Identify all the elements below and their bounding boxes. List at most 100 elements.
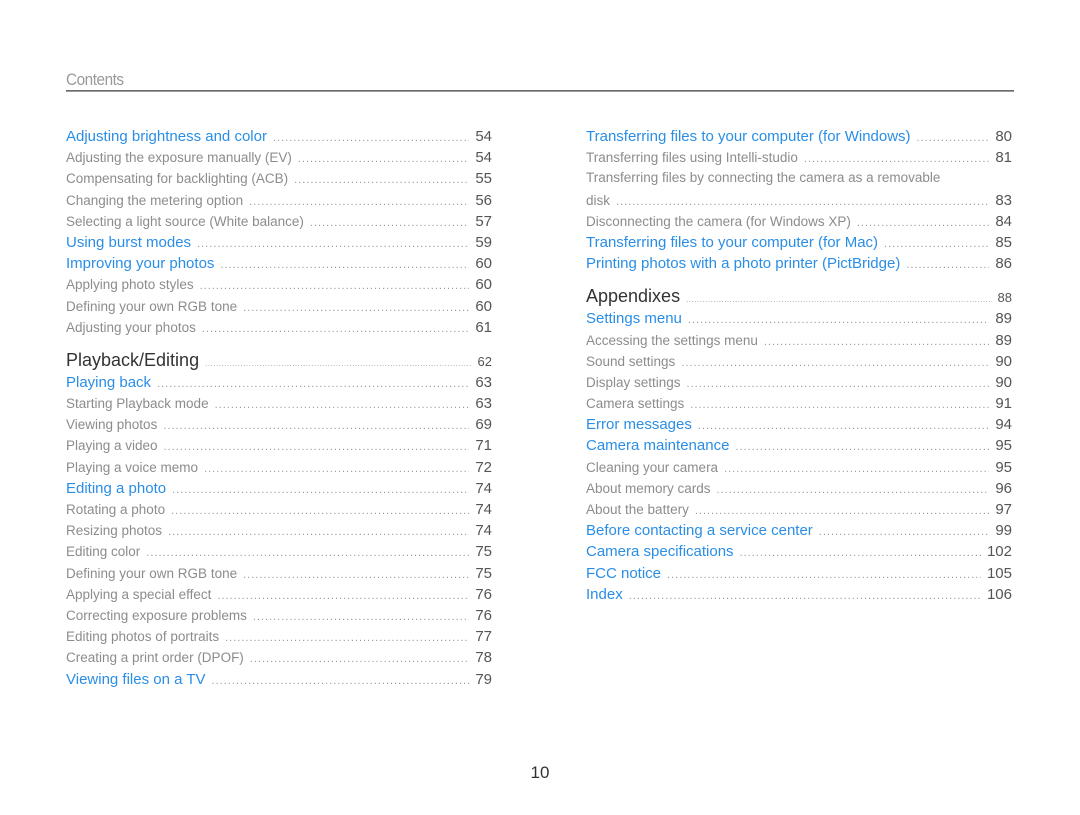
toc-entry-label[interactable]: Selecting a light source (White balance): [66, 214, 310, 229]
toc-page-number[interactable]: 85: [989, 234, 1012, 251]
toc-chapter-link[interactable]: Camera maintenance 95: [586, 437, 1012, 458]
toc-chapter-link[interactable]: Printing photos with a photo printer (Pi…: [586, 255, 1012, 276]
toc-entry-label[interactable]: Creating a print order (DPOF): [66, 650, 250, 665]
toc-page-number[interactable]: 74: [469, 480, 492, 497]
toc-sub-entry[interactable]: Viewing photos 69: [66, 416, 492, 437]
toc-entry-label[interactable]: Printing photos with a photo printer (Pi…: [586, 255, 906, 272]
toc-entry-label[interactable]: Playing back: [66, 374, 157, 391]
toc-page-number[interactable]: 90: [989, 374, 1012, 391]
toc-sub-entry[interactable]: Accessing the settings menu 89: [586, 332, 1012, 353]
toc-page-number[interactable]: 75: [469, 565, 492, 582]
toc-page-number[interactable]: 54: [469, 149, 492, 166]
toc-page-number[interactable]: 60: [469, 276, 492, 293]
toc-page-number[interactable]: 83: [989, 192, 1012, 209]
toc-sub-entry-continued[interactable]: disk 83: [586, 192, 1012, 213]
toc-page-number[interactable]: 56: [469, 192, 492, 209]
toc-page-number[interactable]: 99: [989, 522, 1012, 539]
toc-sub-entry[interactable]: Defining your own RGB tone 60: [66, 298, 492, 319]
toc-sub-entry[interactable]: Playing a voice memo 72: [66, 459, 492, 480]
toc-entry-label[interactable]: Rotating a photo: [66, 502, 171, 517]
toc-page-number[interactable]: 60: [469, 255, 492, 272]
toc-sub-entry[interactable]: Cleaning your camera 95: [586, 459, 1012, 480]
toc-entry-label[interactable]: Display settings: [586, 375, 687, 390]
toc-page-number[interactable]: 84: [989, 213, 1012, 230]
toc-page-number[interactable]: 88: [992, 290, 1012, 305]
toc-entry-label[interactable]: Applying photo styles: [66, 277, 200, 292]
toc-sub-entry[interactable]: Starting Playback mode 63: [66, 395, 492, 416]
toc-entry-label[interactable]: Transferring files to your computer (for…: [586, 234, 884, 251]
toc-page-number[interactable]: 55: [469, 170, 492, 187]
toc-page-number[interactable]: 96: [989, 480, 1012, 497]
toc-chapter-link[interactable]: Editing a photo 74: [66, 480, 492, 501]
toc-entry-label[interactable]: Improving your photos: [66, 255, 220, 272]
toc-section-heading[interactable]: Playback/Editing 62: [66, 350, 492, 374]
toc-entry-label[interactable]: About the battery: [586, 502, 695, 517]
toc-page-number[interactable]: 75: [469, 543, 492, 560]
toc-entry-label[interactable]: Sound settings: [586, 354, 681, 369]
toc-entry-label[interactable]: Appendixes: [586, 286, 686, 307]
toc-page-number[interactable]: 95: [989, 459, 1012, 476]
toc-entry-label[interactable]: Camera maintenance: [586, 437, 735, 454]
toc-page-number[interactable]: 63: [469, 374, 492, 391]
toc-entry-label[interactable]: Adjusting brightness and color: [66, 128, 273, 145]
toc-chapter-link[interactable]: Viewing files on a TV 79: [66, 671, 492, 692]
toc-entry-label[interactable]: Adjusting your photos: [66, 320, 202, 335]
toc-entry-label[interactable]: Before contacting a service center: [586, 522, 819, 539]
toc-entry-label[interactable]: Transferring files to your computer (for…: [586, 128, 917, 145]
toc-section-heading[interactable]: Appendixes 88: [586, 286, 1012, 310]
toc-sub-entry[interactable]: Creating a print order (DPOF) 78: [66, 649, 492, 670]
toc-sub-entry[interactable]: Selecting a light source (White balance)…: [66, 213, 492, 234]
toc-entry-label[interactable]: Viewing photos: [66, 417, 163, 432]
toc-sub-entry[interactable]: Editing color 75: [66, 543, 492, 564]
toc-page-number[interactable]: 94: [989, 416, 1012, 433]
toc-entry-label[interactable]: Defining your own RGB tone: [66, 566, 243, 581]
toc-sub-entry[interactable]: Disconnecting the camera (for Windows XP…: [586, 213, 1012, 234]
toc-sub-entry[interactable]: Transferring files using Intelli-studio 8…: [586, 149, 1012, 170]
toc-page-number[interactable]: 74: [469, 501, 492, 518]
toc-page-number[interactable]: 72: [469, 459, 492, 476]
toc-sub-entry[interactable]: Applying photo styles 60: [66, 276, 492, 297]
toc-entry-label[interactable]: Editing color: [66, 544, 146, 559]
toc-page-number[interactable]: 97: [989, 501, 1012, 518]
toc-entry-label[interactable]: Applying a special effect: [66, 587, 217, 602]
toc-sub-entry[interactable]: Applying a special effect 76: [66, 586, 492, 607]
toc-sub-entry[interactable]: Rotating a photo 74: [66, 501, 492, 522]
toc-chapter-link[interactable]: Transferring files to your computer (for…: [586, 128, 1012, 149]
toc-entry-label[interactable]: FCC notice: [586, 565, 667, 582]
toc-entry-label[interactable]: Playing a voice memo: [66, 460, 204, 475]
toc-entry-label[interactable]: Editing a photo: [66, 480, 172, 497]
toc-entry-label[interactable]: Error messages: [586, 416, 698, 433]
toc-entry-label[interactable]: Editing photos of portraits: [66, 629, 225, 644]
toc-page-number[interactable]: 80: [989, 128, 1012, 145]
toc-entry-label[interactable]: Settings menu: [586, 310, 688, 327]
toc-entry-label[interactable]: Compensating for backlighting (ACB): [66, 171, 294, 186]
toc-sub-entry[interactable]: About the battery 97: [586, 501, 1012, 522]
toc-sub-entry[interactable]: Display settings 90: [586, 374, 1012, 395]
toc-page-number[interactable]: 71: [469, 437, 492, 454]
toc-page-number[interactable]: 54: [469, 128, 492, 145]
toc-page-number[interactable]: 106: [981, 586, 1012, 603]
toc-chapter-link[interactable]: Adjusting brightness and color 54: [66, 128, 492, 149]
toc-entry-label[interactable]: Camera settings: [586, 396, 690, 411]
toc-entry-label[interactable]: Disconnecting the camera (for Windows XP…: [586, 214, 857, 229]
toc-sub-entry[interactable]: Playing a video 71: [66, 437, 492, 458]
toc-entry-label[interactable]: Correcting exposure problems: [66, 608, 253, 623]
toc-entry-label[interactable]: Defining your own RGB tone: [66, 299, 243, 314]
toc-sub-entry[interactable]: About memory cards 96: [586, 480, 1012, 501]
toc-sub-entry[interactable]: Defining your own RGB tone 75: [66, 565, 492, 586]
toc-chapter-link[interactable]: Improving your photos 60: [66, 255, 492, 276]
toc-entry-label[interactable]: Transferring files using Intelli-studio: [586, 150, 804, 165]
toc-page-number[interactable]: 89: [989, 332, 1012, 349]
toc-page-number[interactable]: 81: [989, 149, 1012, 166]
toc-entry-label[interactable]: Transferring files by connecting the cam…: [586, 170, 946, 185]
toc-entry-label[interactable]: Playback/Editing: [66, 350, 205, 371]
toc-sub-entry[interactable]: Changing the metering option 56: [66, 192, 492, 213]
toc-sub-entry[interactable]: Correcting exposure problems 76: [66, 607, 492, 628]
toc-page-number[interactable]: 79: [469, 671, 492, 688]
toc-chapter-link[interactable]: Using burst modes 59: [66, 234, 492, 255]
toc-page-number[interactable]: 74: [469, 522, 492, 539]
toc-sub-entry[interactable]: Resizing photos 74: [66, 522, 492, 543]
toc-entry-label[interactable]: Index: [586, 586, 629, 603]
toc-entry-label[interactable]: Cleaning your camera: [586, 460, 724, 475]
toc-page-number[interactable]: 62: [472, 354, 492, 369]
